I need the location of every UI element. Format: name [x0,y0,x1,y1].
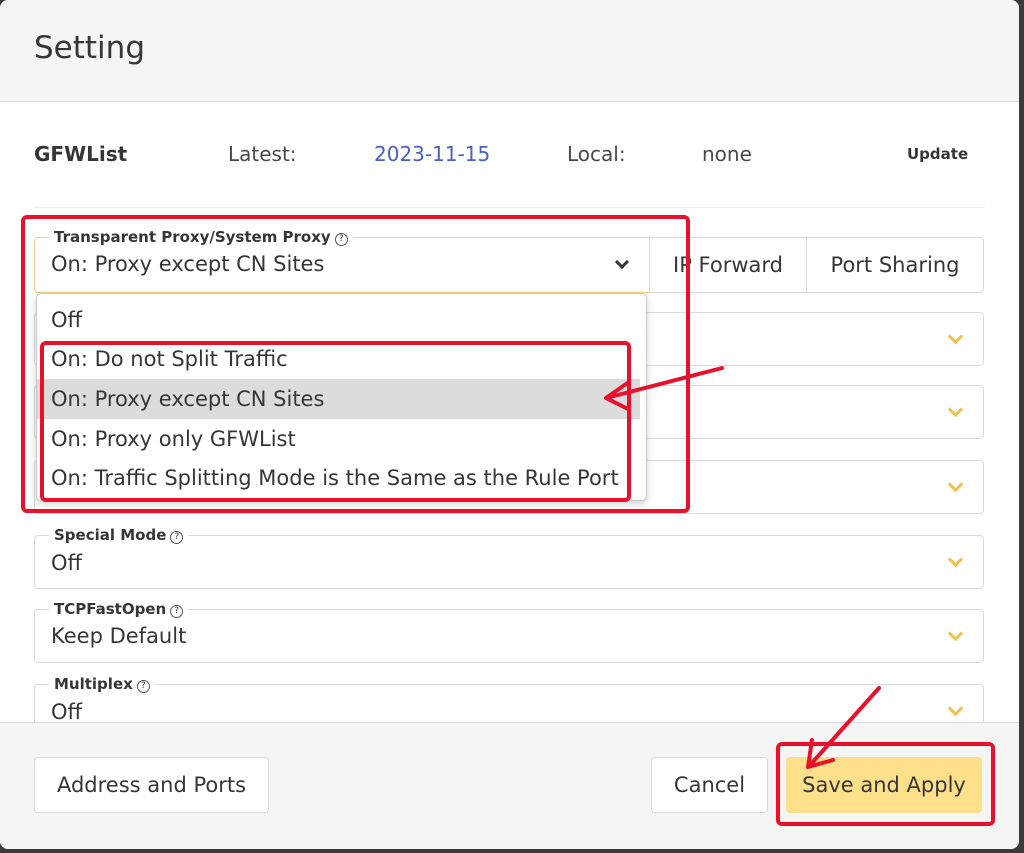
tcp-fast-open-legend-text: TCPFastOpen [54,600,167,618]
gfwlist-latest-label: Latest: [228,142,297,166]
special-mode-select[interactable]: Special Mode? Off [34,526,984,589]
annotation-box-on-options [40,341,631,502]
gfwlist-latest-value[interactable]: 2023-11-15 [374,142,490,166]
multiplex-legend-text: Multiplex [54,675,133,693]
gfwlist-name: GFWList [34,142,128,166]
gfwlist-row: GFWList Latest: 2023-11-15 Local: none U… [0,136,1019,172]
special-mode-value: Off [51,551,82,575]
cancel-button[interactable]: Cancel [651,757,768,813]
multiplex-value: Off [51,700,82,724]
chevron-down-icon [947,328,964,345]
gfwlist-local-label: Local: [567,142,626,166]
chevron-down-icon [947,551,964,568]
chevron-down-icon [947,700,964,717]
chevron-down-icon [947,625,964,642]
settings-dialog: Setting GFWList Latest: 2023-11-15 Local… [0,0,1019,849]
annotation-box-save [776,742,995,826]
gfwlist-local-value: none [702,142,752,166]
tcp-fast-open-select[interactable]: TCPFastOpen? Keep Default [34,600,984,663]
multiplex-legend: Multiplex? [49,675,155,693]
special-mode-legend-text: Special Mode [54,526,167,544]
port-sharing-button[interactable]: Port Sharing [806,237,984,293]
chevron-down-icon [947,401,964,418]
gfwlist-update-button[interactable]: Update [907,145,968,163]
tcp-fast-open-value: Keep Default [51,624,187,648]
dialog-header: Setting [0,0,1019,102]
tcp-fast-open-legend: TCPFastOpen? [49,600,189,618]
dialog-title: Setting [34,30,145,66]
chevron-down-icon [947,476,964,493]
special-mode-legend: Special Mode? [49,526,189,544]
question-circle-icon[interactable]: ? [136,680,150,693]
question-circle-icon[interactable]: ? [170,605,184,618]
address-and-ports-button[interactable]: Address and Ports [34,757,269,813]
question-circle-icon[interactable]: ? [170,531,184,544]
divider [34,207,985,208]
